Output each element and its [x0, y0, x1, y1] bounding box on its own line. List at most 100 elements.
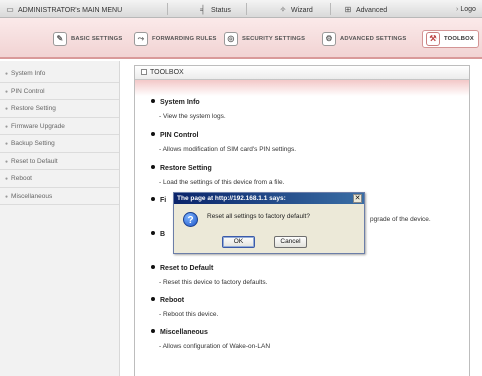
entry-description: - Reset this device to factory defaults. [159, 279, 268, 286]
basic-settings-icon: ✎ [53, 32, 67, 46]
sidebar-item-label: Restore Setting [11, 105, 56, 112]
dialog-title: The page at http://192.168.1.1 says: [177, 195, 286, 202]
entry-pin-control: PIN Control - Allows modification of SIM… [151, 132, 296, 153]
panel-title: TOOLBOX [150, 69, 184, 76]
entry-title[interactable]: B [151, 231, 165, 238]
bullet-icon [151, 265, 155, 269]
entry-title-text: Reset to Default [160, 265, 214, 272]
entry-backup-setting: B [151, 231, 165, 238]
panel-header: TOOLBOX [135, 66, 469, 80]
entry-title[interactable]: Miscellaneous [151, 329, 270, 336]
tab-basic-settings[interactable]: ✎ BASIC SETTINGS [53, 30, 122, 48]
top-menu-bar: ▭ ADMINISTRATOR's MAIN MENU ╡ Status ✧ Wiza… [0, 0, 482, 18]
sidebar-item-label: Reset to Default [11, 157, 58, 165]
sidebar-item-label: Backup Setting [11, 140, 55, 147]
panel-band [135, 80, 469, 96]
entry-title[interactable]: Fi [151, 197, 166, 204]
advanced-label: Advanced [356, 7, 388, 14]
tab-label: SECURITY SETTINGS [242, 36, 306, 42]
sidebar-item-firmware-upgrade[interactable]: ● Firmware Upgrade [0, 118, 119, 135]
cancel-button[interactable]: Cancel [274, 236, 307, 248]
tab-label: FORWARDING RULES [152, 36, 217, 42]
tab-label: BASIC SETTINGS [71, 36, 123, 42]
entry-title-text: Miscellaneous [160, 329, 208, 336]
entry-system-info: System Info - View the system logs. [151, 99, 226, 120]
dialog-message: Reset all settings to factory default? [207, 213, 310, 220]
sidebar-item-reset-to-default[interactable]: ● Reset to Default [0, 153, 119, 170]
settings-tab-bar: ✎ BASIC SETTINGS ⤳ FORWARDING RULES ◎ SECUR… [0, 18, 482, 59]
dialog-title-bar[interactable]: The page at http://192.168.1.1 says: ✕ [174, 193, 364, 204]
tab-label: ADVANCED SETTINGS [340, 36, 407, 42]
tab-advanced-settings[interactable]: ⚙ ADVANCED SETTINGS [322, 30, 406, 48]
sidebar: ● System Info ● PIN Control ● Restore Setti… [0, 61, 120, 376]
bullet-icon: ● [5, 88, 9, 95]
entry-title[interactable]: System Info [151, 99, 226, 106]
ok-button[interactable]: OK [222, 236, 255, 248]
sidebar-item-pin-control[interactable]: ● PIN Control [0, 83, 119, 100]
security-settings-icon: ◎ [224, 32, 238, 46]
wizard-label: Wizard [291, 7, 313, 14]
bullet-icon [151, 165, 155, 169]
entry-reboot: Reboot - Reboot this device. [151, 297, 218, 318]
entry-restore-setting: Restore Setting - Load the settings of t… [151, 165, 284, 186]
status-icon: ╡ [200, 5, 206, 14]
bullet-icon [151, 329, 155, 333]
entry-title[interactable]: PIN Control [151, 132, 296, 139]
bullet-icon: ● [5, 123, 9, 130]
sidebar-item-label: Miscellaneous [11, 192, 53, 200]
entry-title-text: Reboot [160, 297, 185, 304]
entry-firmware-upgrade: Fi [151, 197, 166, 204]
entry-title[interactable]: Reboot [151, 297, 218, 304]
menu-divider [246, 3, 247, 15]
toolbox-icon: ⚒ [426, 32, 440, 46]
bullet-icon [151, 231, 155, 235]
sidebar-item-label: System Info [11, 70, 46, 77]
menu-box-icon: ▭ [6, 5, 14, 14]
menu-divider [167, 3, 168, 15]
entry-title-text: Restore Setting [160, 165, 212, 172]
sidebar-item-label: PIN Control [11, 87, 45, 95]
logout-menu-item[interactable]: › Logo [456, 4, 476, 15]
bullet-icon: ● [5, 141, 9, 147]
bullet-icon [151, 99, 155, 103]
entry-description: - Allows modification of SIM card's PIN … [159, 146, 297, 153]
advanced-icon: ⊞ [344, 5, 352, 14]
entry-reset-to-default: Reset to Default - Reset this device to … [151, 265, 267, 286]
sidebar-item-system-info[interactable]: ● System Info [0, 65, 119, 83]
forwarding-rules-icon: ⤳ [134, 32, 148, 46]
entry-description: - View the system logs. [159, 113, 226, 120]
sidebar-item-reboot[interactable]: ● Reboot [0, 170, 119, 188]
entry-description: - Allows configuration of Wake-on-LAN [159, 343, 271, 350]
sidebar-item-backup-setting[interactable]: ● Backup Setting [0, 135, 119, 153]
status-menu-item[interactable]: ╡ Status [198, 4, 231, 15]
tab-label: TOOLBOX [444, 36, 474, 42]
sidebar-item-label: Firmware Upgrade [11, 122, 65, 130]
chevron-right-icon: › [456, 6, 459, 13]
bullet-icon [151, 197, 155, 201]
bullet-icon [151, 132, 155, 136]
entry-title[interactable]: Restore Setting [151, 165, 284, 172]
sidebar-item-miscellaneous[interactable]: ● Miscellaneous [0, 188, 119, 205]
bullet-icon: ● [5, 193, 9, 200]
tab-toolbox[interactable]: ⚒ TOOLBOX [422, 30, 479, 48]
question-icon: ? [183, 212, 198, 227]
bullet-icon: ● [5, 158, 9, 165]
entry-title-text: PIN Control [160, 132, 199, 139]
bullet-icon: ● [5, 71, 9, 77]
entry-description: - Load the settings of this device from … [159, 179, 285, 186]
entry-title-text: B [160, 231, 166, 238]
sidebar-item-restore-setting[interactable]: ● Restore Setting [0, 100, 119, 118]
advanced-settings-icon: ⚙ [322, 32, 336, 46]
tab-forwarding-rules[interactable]: ⤳ FORWARDING RULES [134, 30, 217, 48]
close-icon[interactable]: ✕ [353, 194, 362, 203]
entry-description: - Reboot this device. [159, 311, 219, 318]
wizard-icon: ✧ [279, 5, 287, 14]
main-menu-item[interactable]: ▭ ADMINISTRATOR's MAIN MENU [5, 4, 122, 15]
entry-miscellaneous: Miscellaneous - Allows configuration of … [151, 329, 270, 350]
bullet-icon: ● [5, 176, 9, 182]
entry-title[interactable]: Reset to Default [151, 265, 267, 272]
wizard-menu-item[interactable]: ✧ Wizard [278, 4, 313, 15]
tab-security-settings[interactable]: ◎ SECURITY SETTINGS [224, 30, 305, 48]
main-menu-label: ADMINISTRATOR's MAIN MENU [18, 7, 123, 14]
advanced-menu-item[interactable]: ⊞ Advanced [343, 4, 388, 15]
